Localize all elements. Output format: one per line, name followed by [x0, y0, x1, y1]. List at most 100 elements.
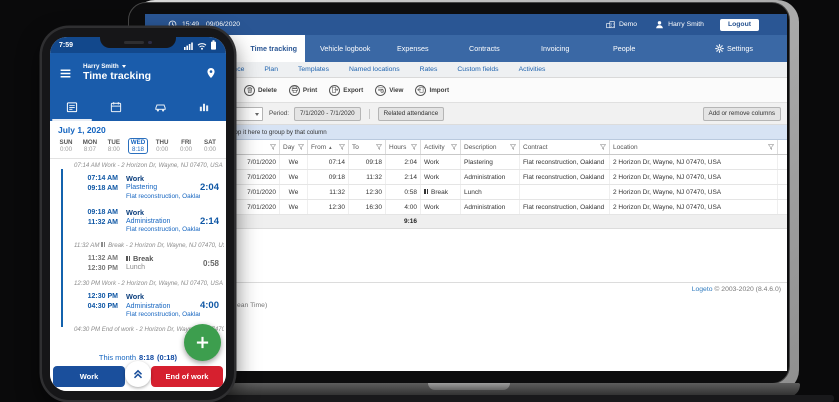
- desktop-toolbar: Delete Print Export View Import: [145, 78, 787, 102]
- weekday-fri[interactable]: FRI0:00: [176, 138, 196, 154]
- add-remove-columns-button[interactable]: Add or remove columns: [703, 107, 782, 121]
- timesheet-entry[interactable]: 07:14 AM09:18 AMWorkPlasteringFlat recon…: [72, 171, 224, 205]
- entry-end-time: 12:30 PM: [74, 264, 118, 274]
- settings-button[interactable]: Settings: [715, 35, 753, 62]
- tab-timesheet[interactable]: [50, 93, 94, 121]
- col-header-contract[interactable]: Contract: [520, 140, 610, 154]
- company-name[interactable]: Demo: [619, 21, 637, 28]
- filter-icon[interactable]: [270, 144, 276, 150]
- cell-contract: Flat reconstruction, Oakland: [520, 170, 610, 184]
- weekday-mon[interactable]: MON8:07: [80, 138, 100, 154]
- filter-icon[interactable]: [510, 144, 516, 150]
- toolbar-import-button[interactable]: Import: [415, 85, 449, 96]
- toolbar-export-button[interactable]: Export: [329, 85, 363, 96]
- related-attendance-button[interactable]: Related attendance: [378, 107, 445, 121]
- tab-contracts[interactable]: Contracts: [469, 35, 500, 62]
- tab-stats[interactable]: [182, 93, 226, 121]
- table-row[interactable]: 7/01/2020We09:1811:322:14WorkAdministrat…: [145, 170, 787, 185]
- filter-icon[interactable]: [298, 144, 304, 150]
- filter-icon[interactable]: [339, 144, 345, 150]
- col-header-location[interactable]: Location: [610, 140, 778, 154]
- expand-actions-button[interactable]: [125, 361, 151, 387]
- subnav-rates[interactable]: Rates: [420, 66, 438, 73]
- filter-icon[interactable]: [376, 144, 382, 150]
- weekday-name: MON: [81, 139, 99, 146]
- user-icon: [655, 20, 664, 29]
- view-icon: [375, 85, 386, 96]
- end-of-work-button[interactable]: End of work: [151, 366, 223, 387]
- toolbar-label: Delete: [258, 87, 277, 94]
- copyright-text: © 2003-2020 (8.4.6.0): [714, 286, 781, 293]
- location-pin-icon[interactable]: [205, 67, 217, 79]
- table-row[interactable]: 7/01/2020We11:3212:300:58BreakLunch2 Hor…: [145, 185, 787, 200]
- timesheet-entry[interactable]: 09:18 AM11:32 AMWorkAdministrationFlat r…: [72, 205, 224, 239]
- filter-icon[interactable]: [600, 144, 606, 150]
- import-icon: [415, 85, 426, 96]
- subnav-custom-fields[interactable]: Custom fields: [457, 66, 498, 73]
- filter-bar: Period: 7/1/2020 - 7/1/2020 Related atte…: [145, 102, 787, 125]
- scene: 15:49 09/06/2020 Demo Harry Smith Logout…: [0, 0, 839, 402]
- tab-expenses[interactable]: Expenses: [397, 35, 429, 62]
- toolbar-print-button[interactable]: Print: [289, 85, 317, 96]
- filter-icon[interactable]: [411, 144, 417, 150]
- weekday-tue[interactable]: TUE8:00: [104, 138, 124, 154]
- current-user[interactable]: Harry Smith: [668, 21, 704, 28]
- tab-people[interactable]: People: [613, 35, 635, 62]
- grid-header-row: Date▲DayFrom▲ToHoursActivityDescriptionC…: [145, 140, 787, 155]
- toolbar-delete-button[interactable]: Delete: [244, 85, 277, 96]
- cell-to: 12:30: [349, 185, 386, 199]
- entry-end-time: 04:30 PM: [74, 302, 118, 312]
- weekday-hours: 8:00: [105, 146, 123, 153]
- tab-calendar[interactable]: [94, 93, 138, 121]
- trash-icon: [244, 85, 255, 96]
- logout-button[interactable]: Logout: [720, 19, 759, 31]
- filter-icon[interactable]: [451, 144, 457, 150]
- grid-body: 7/01/2020We07:1409:182:04WorkPlasteringF…: [145, 155, 787, 215]
- active-tab-label: Time tracking: [250, 44, 297, 53]
- tab-vehicle[interactable]: [138, 93, 182, 121]
- weekday-sun[interactable]: SUN0:00: [56, 138, 76, 154]
- weekday-wed[interactable]: WED8:18: [128, 138, 148, 154]
- col-header-day[interactable]: Day: [280, 140, 308, 154]
- table-row[interactable]: 7/01/2020We07:1409:182:04WorkPlasteringF…: [145, 155, 787, 170]
- col-header-hours[interactable]: Hours: [386, 140, 421, 154]
- logeto-link[interactable]: Logeto: [692, 286, 713, 293]
- col-header-description[interactable]: Description: [461, 140, 520, 154]
- total-cell: [421, 215, 461, 228]
- entry-duration: 2:04: [200, 182, 222, 193]
- work-button[interactable]: Work: [53, 366, 125, 387]
- timesheet-entry[interactable]: 12:30 PM04:30 PMWorkAdministrationFlat r…: [72, 289, 224, 323]
- column-title: Contract: [523, 144, 548, 151]
- phone-user-selector[interactable]: Harry Smith: [83, 63, 151, 71]
- add-entry-fab[interactable]: [184, 324, 221, 361]
- desktop-app: 15:49 09/06/2020 Demo Harry Smith Logout…: [145, 14, 787, 371]
- cell-location: 2 Horizon Dr, Wayne, NJ 07470, USA: [610, 200, 778, 214]
- weekday-sat[interactable]: SAT0:00: [200, 138, 220, 154]
- period-range-button[interactable]: 7/1/2020 - 7/1/2020: [294, 107, 361, 121]
- subnav-named-locations[interactable]: Named locations: [349, 66, 400, 73]
- tab-vehicle-logbook[interactable]: Vehicle logbook: [320, 35, 370, 62]
- subnav-activities[interactable]: Activities: [519, 66, 546, 73]
- tab-invoicing[interactable]: Invoicing: [541, 35, 569, 62]
- entry-start-time: 11:32 AM: [74, 254, 118, 264]
- table-row[interactable]: 7/01/2020We12:3016:304:00WorkAdministrat…: [145, 200, 787, 215]
- weekday-name: SAT: [201, 139, 219, 146]
- wifi-icon: [197, 42, 207, 50]
- marker-time: 12:30 PM: [74, 280, 102, 287]
- col-header-activity[interactable]: Activity: [421, 140, 461, 154]
- filter-icon[interactable]: [768, 144, 774, 150]
- total-cell: [610, 215, 778, 228]
- timesheet-entry[interactable]: 11:32 AM12:30 PMBreakLunch0:58: [72, 251, 224, 278]
- laptop-shadow: [128, 395, 834, 402]
- weekday-thu[interactable]: THU0:00: [152, 138, 172, 154]
- desktop-nav-tabs: Time tracking Vehicle logbook Expenses Con…: [145, 35, 787, 62]
- subnav-plan[interactable]: Plan: [264, 66, 278, 73]
- phone-appbar: Harry Smith Time tracking: [50, 53, 226, 93]
- col-header-from[interactable]: From▲: [308, 140, 349, 154]
- col-header-to[interactable]: To: [349, 140, 386, 154]
- entry-contract: Flat reconstruction, Oakland: [126, 311, 200, 319]
- menu-icon[interactable]: [59, 67, 72, 80]
- subnav-templates[interactable]: Templates: [298, 66, 329, 73]
- weekday-hours: 0:00: [201, 146, 219, 153]
- toolbar-view-button[interactable]: View: [375, 85, 403, 96]
